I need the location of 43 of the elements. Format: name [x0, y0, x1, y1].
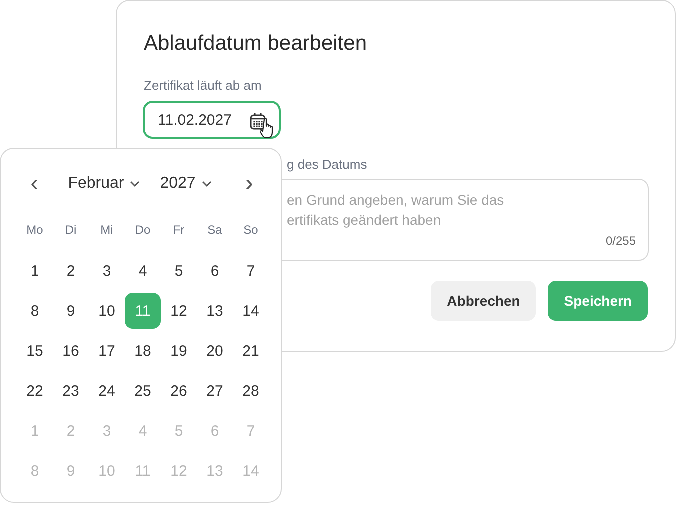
weekday-label: So [244, 223, 258, 237]
weekday-label: Mo [26, 223, 44, 237]
weekday-label: Di [65, 223, 77, 237]
day-cell[interactable]: 15 [17, 333, 53, 369]
day-cell[interactable]: 1 [17, 253, 53, 289]
day-cell[interactable]: 13 [197, 293, 233, 329]
placeholder-text: ertifikats geändert haben [287, 211, 442, 230]
day-cell[interactable]: 24 [89, 373, 125, 409]
chevron-down-icon [130, 181, 140, 187]
day-cell[interactable]: 19 [161, 333, 197, 369]
day-cell[interactable]: 22 [17, 373, 53, 409]
day-cell[interactable]: 27 [197, 373, 233, 409]
day-cell[interactable]: 9 [53, 293, 89, 329]
weekday-label: Fr [173, 223, 185, 237]
cancel-button[interactable]: Abbrechen [431, 281, 536, 321]
day-cell[interactable]: 8 [17, 293, 53, 329]
day-cell[interactable]: 12 [161, 293, 197, 329]
day-cell[interactable]: 3 [89, 253, 125, 289]
day-cell[interactable]: 21 [233, 333, 269, 369]
dialog-title: Ablaufdatum bearbeiten [144, 31, 368, 57]
character-counter: 0/255 [606, 234, 636, 248]
field-label: g des Datums [287, 157, 368, 173]
calendar-icon[interactable] [250, 112, 266, 130]
day-cell[interactable]: 26 [161, 373, 197, 409]
day-cell[interactable]: 2 [53, 253, 89, 289]
day-cell[interactable]: 25 [125, 373, 161, 409]
date-field[interactable]: 11.02.2027 [143, 101, 281, 139]
weekday-label: Sa [208, 223, 222, 237]
chevron-down-icon [202, 181, 212, 187]
day-cell[interactable]: 10 [89, 293, 125, 329]
day-cell[interactable]: 16 [53, 333, 89, 369]
day-cell[interactable]: 28 [233, 373, 269, 409]
hand-cursor-icon [260, 118, 276, 140]
previous-month-button[interactable]: ‹ [17, 169, 52, 199]
day-cell[interactable]: 20 [197, 333, 233, 369]
weekday-label: Mi [100, 223, 114, 237]
day-cell[interactable]: 14 [233, 293, 269, 329]
day-cell[interactable]: 17 [89, 333, 125, 369]
day-cell[interactable]: 18 [125, 333, 161, 369]
placeholder-text: en Grund angeben, warum Sie das [287, 191, 504, 210]
field-label: Zertifikat läuft ab am [144, 78, 263, 94]
day-cell[interactable]: 23 [53, 373, 89, 409]
month-dropdown[interactable]: Februar [68, 169, 140, 199]
